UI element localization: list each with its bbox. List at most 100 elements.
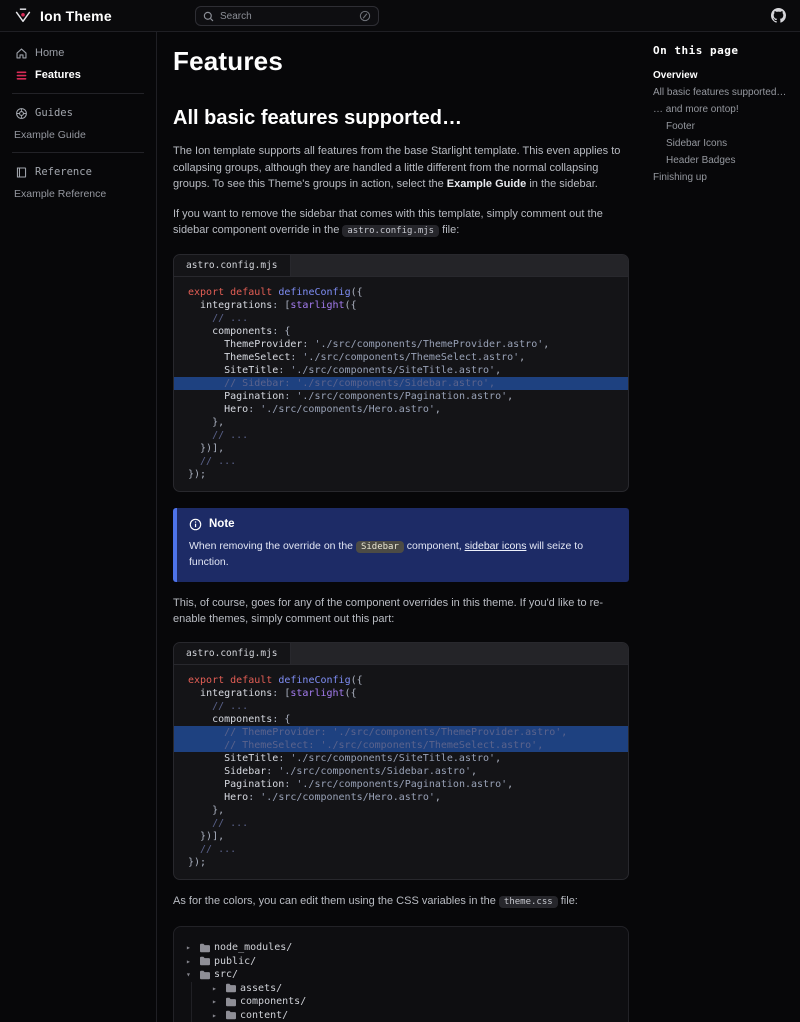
tree-folder-label: src/ [214,969,238,980]
tree-item-assets[interactable]: ▸assets/ [186,982,616,996]
code-line: SiteTitle: './src/components/SiteTitle.a… [174,752,628,765]
sidebar-item-features[interactable]: Features [12,64,144,86]
code-line: })], [174,442,628,455]
code-line: // ... [174,429,628,442]
slash-shortcut-icon [359,10,371,22]
note-text: component, [404,540,465,552]
code-line: }, [174,416,628,429]
paragraph-sidebar-removal: If you want to remove the sidebar that c… [173,206,629,240]
toc-item-header-badges[interactable]: Header Badges [653,152,790,169]
paragraph-text: file: [439,224,459,236]
tree-folder-label: node_modules/ [214,942,292,953]
paragraph-colors: As for the colors, you can edit them usi… [173,893,629,911]
code-line: Pagination: './src/components/Pagination… [174,778,628,791]
toc-item-overview[interactable]: Overview [653,67,790,84]
tree-item-src[interactable]: ▾ src/ [186,968,616,982]
page-title: Features [173,46,629,77]
toc-item-and-more-ontop[interactable]: … and more ontop! [653,101,790,118]
caret-right-icon: ▸ [186,943,199,952]
search-icon [203,11,214,22]
tree-item-public[interactable]: ▸public/ [186,955,616,969]
note-callout: Note When removing the override on the S… [173,508,629,582]
features-icon [14,68,28,82]
toc-item-all-basic-features-supported[interactable]: All basic features supported… [653,84,790,101]
tree-item-components[interactable]: ▸ components/ [186,995,616,1009]
toc-item-sidebar-icons[interactable]: Sidebar Icons [653,135,790,152]
indent-guide [191,982,212,996]
sidebar-group-guides[interactable]: Guides [12,101,144,125]
code-filename: astro.config.mjs [186,260,278,271]
code-block-header: astro.config.mjs [174,255,628,277]
sidebar-nav: Home Features GuidesExample Guide Reference… [12,42,144,204]
code-line: Hero: './src/components/Hero.astro', [174,403,628,416]
code-line: // ... [174,843,628,856]
sidebar-item-example-guide[interactable]: Example Guide [12,125,144,145]
code-tab-filename[interactable]: astro.config.mjs [174,255,291,276]
lifebuoy-icon [14,106,28,120]
code-line: components: { [174,713,628,726]
code-line: Pagination: './src/components/Pagination… [174,390,628,403]
note-body: When removing the override on the Sideba… [189,539,615,570]
code-line: }); [174,468,628,481]
folder-icon [225,983,240,993]
ion-logo-icon [14,7,32,24]
caret-right-icon: ▸ [212,997,225,1006]
code-line: integrations: [starlight({ [174,687,628,700]
folder-icon [199,943,214,953]
code-line: // ... [174,455,628,468]
paragraph-intro: The Ion template supports all features f… [173,143,629,193]
site-header: Ion Theme Search [0,0,800,32]
info-circle-icon [189,518,202,531]
code-tab-filename[interactable]: astro.config.mjs [174,643,291,664]
inline-code-astro-config: astro.config.mjs [342,225,439,237]
sidebar-group-reference[interactable]: Reference [12,160,144,184]
sidebar-item-home[interactable]: Home [12,42,144,64]
tree-folder-label: public/ [214,956,256,967]
caret-right-icon: ▸ [212,1011,225,1020]
main-content: Features All basic features supported… T… [157,32,645,1022]
toc-item-footer[interactable]: Footer [653,118,790,135]
code-lines[interactable]: export default defineConfig({ integratio… [174,665,628,879]
site-title: Ion Theme [40,8,112,24]
tree-item-node_modules[interactable]: ▸ node_modules/ [186,941,616,955]
home-icon [14,46,28,60]
code-line-highlighted: // ThemeSelect: './src/components/ThemeS… [174,739,628,752]
code-line: Hero: './src/components/Hero.astro', [174,791,628,804]
github-icon[interactable] [771,8,786,23]
code-block-theme-override: astro.config.mjs export default defineCo… [173,642,629,880]
site-logo[interactable]: Ion Theme [14,7,112,24]
code-line: integrations: [starlight({ [174,299,628,312]
toc-item-finishing-up[interactable]: Finishing up [653,169,790,186]
code-line: }); [174,856,628,869]
file-tree: ▸node_modules/▸public/▾src/▸assets/▸comp… [173,926,629,1022]
paragraph-reenable: This, of course, goes for any of the com… [173,595,629,628]
folder-icon [225,997,240,1007]
code-line: })], [174,830,628,843]
code-line: // ... [174,817,628,830]
on-this-page-sidebar: On this page OverviewAll basic features … [645,32,800,1022]
sidebar-icons-link[interactable]: sidebar icons [465,540,527,552]
folder-icon [199,970,214,980]
sidebar-group-label: Reference [35,166,92,178]
code-line: // ... [174,312,628,325]
toc-list: OverviewAll basic features supported…… a… [653,67,790,186]
inline-code-theme-css: theme.css [499,896,558,908]
sidebar-divider [12,152,144,153]
code-lines[interactable]: export default defineConfig({ integratio… [174,277,628,491]
paragraph-text: file: [558,895,578,907]
sidebar-item-example-reference[interactable]: Example Reference [12,184,144,204]
caret-down-icon: ▾ [186,970,199,979]
inline-code-sidebar: Sidebar [356,541,404,553]
indent-guide [191,995,212,1009]
code-line: Sidebar: './src/components/Sidebar.astro… [174,765,628,778]
search-placeholder: Search [220,11,353,22]
code-line: SiteTitle: './src/components/SiteTitle.a… [174,364,628,377]
search-input[interactable]: Search [195,6,379,26]
bold-example-guide: Example Guide [447,178,526,190]
tree-item-content[interactable]: ▸content/ [186,1009,616,1022]
paragraph-text: in the sidebar. [526,178,598,190]
sidebar-item-label: Home [35,47,64,59]
note-header: Note [189,518,615,531]
tree-folder-label: components/ [240,996,306,1007]
folder-icon [225,1010,240,1020]
